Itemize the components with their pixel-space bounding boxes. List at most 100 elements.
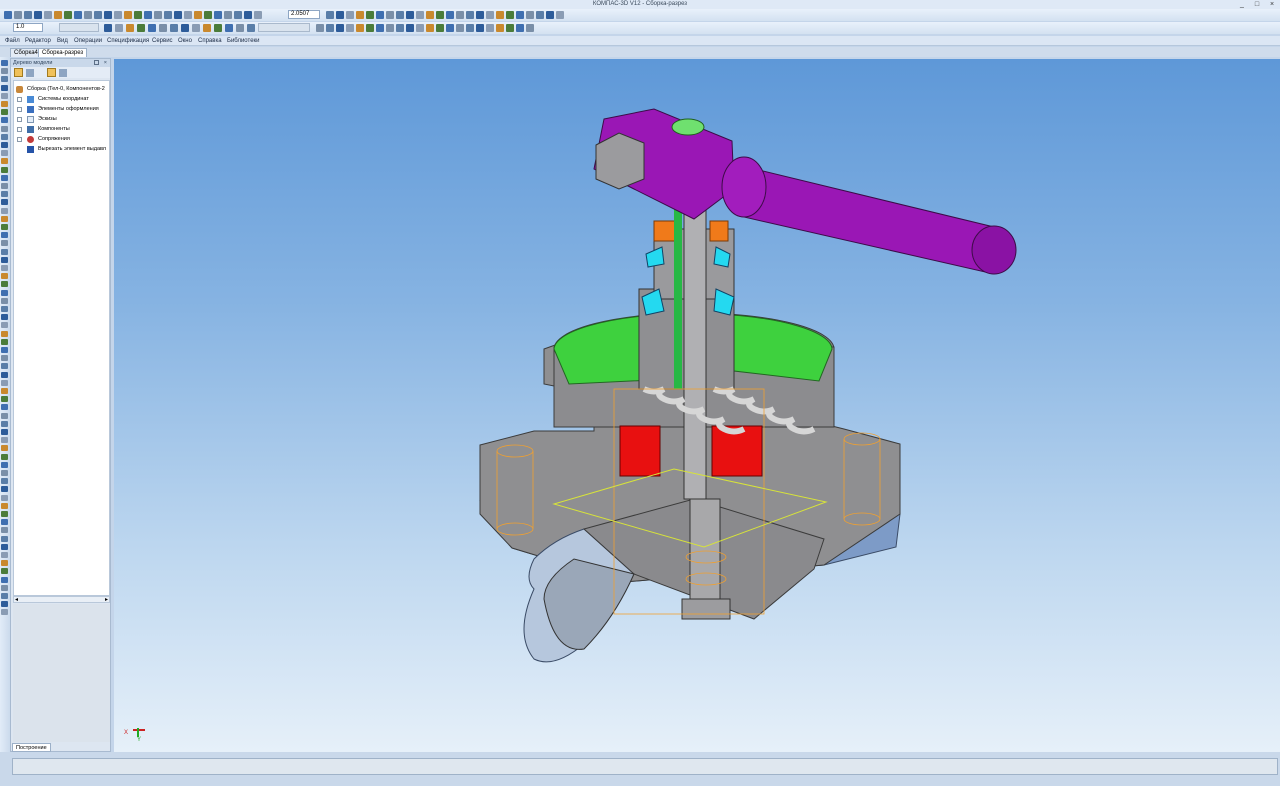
compact-tool-icon[interactable] xyxy=(1,478,8,485)
menu-service[interactable]: Сервис xyxy=(152,37,173,45)
standard-tool-icon[interactable] xyxy=(134,11,142,19)
compact-tool-icon[interactable] xyxy=(1,420,8,427)
standard-tool-icon[interactable] xyxy=(214,11,222,19)
compact-tool-icon[interactable] xyxy=(1,404,8,411)
snap-tool-icon[interactable] xyxy=(506,24,514,32)
format-tool-icon[interactable] xyxy=(192,24,200,32)
standard-tool-icon[interactable] xyxy=(44,11,52,19)
snap-tool-icon[interactable] xyxy=(416,24,424,32)
standard-tool-icon[interactable] xyxy=(224,11,232,19)
view-tool-icon[interactable] xyxy=(486,11,494,19)
scroll-right-icon[interactable]: ▸ xyxy=(105,596,108,603)
view-tool-icon[interactable] xyxy=(436,11,444,19)
menu-window[interactable]: Окно xyxy=(178,37,192,45)
compact-tool-icon[interactable] xyxy=(1,109,8,116)
compact-tool-icon[interactable] xyxy=(1,593,8,599)
compact-tool-icon[interactable] xyxy=(1,215,8,222)
view-tool-icon[interactable] xyxy=(466,11,474,19)
standard-tool-icon[interactable] xyxy=(254,11,262,19)
compact-tool-icon[interactable] xyxy=(1,453,8,460)
scroll-left-icon[interactable]: ◂ xyxy=(15,596,18,603)
view-tool-icon[interactable] xyxy=(456,11,464,19)
tree-root[interactable]: Сборка (Тел-0, Компонентов-2 xyxy=(15,85,109,94)
compact-tool-icon[interactable] xyxy=(1,174,8,181)
snap-tool-icon[interactable] xyxy=(316,24,324,32)
view-tool-icon[interactable] xyxy=(396,11,404,19)
compact-tool-icon[interactable] xyxy=(1,355,8,362)
compact-tool-icon[interactable] xyxy=(1,568,8,575)
compact-tool-icon[interactable] xyxy=(1,527,8,534)
snap-tool-icon[interactable] xyxy=(386,24,394,32)
standard-tool-icon[interactable] xyxy=(124,11,132,19)
format-tool-icon[interactable] xyxy=(203,24,211,32)
compact-tool-icon[interactable] xyxy=(1,306,8,312)
snap-tool-icon[interactable] xyxy=(466,24,474,32)
compact-tool-icon[interactable] xyxy=(1,494,8,501)
compact-tool-icon[interactable] xyxy=(1,445,8,452)
view-tool-icon[interactable] xyxy=(516,11,524,19)
view-tool-icon[interactable] xyxy=(376,11,384,19)
view-tool-icon[interactable] xyxy=(476,11,484,19)
structure-icon[interactable] xyxy=(26,69,34,77)
compact-tool-icon[interactable] xyxy=(1,429,8,435)
snap-tool-icon[interactable] xyxy=(526,24,534,32)
compact-tool-icon[interactable] xyxy=(1,199,8,206)
snap-tool-icon[interactable] xyxy=(396,24,404,32)
compact-tool-icon[interactable] xyxy=(1,158,8,165)
format-tool-icon[interactable] xyxy=(247,24,255,32)
snap-tool-icon[interactable] xyxy=(326,24,334,32)
view-tool-icon[interactable] xyxy=(536,11,544,19)
compact-tool-icon[interactable] xyxy=(1,396,8,403)
snap-tool-icon[interactable] xyxy=(346,24,354,32)
compact-tool-icon[interactable] xyxy=(1,322,8,329)
compact-tool-icon[interactable] xyxy=(1,338,8,345)
format-tool-icon[interactable] xyxy=(115,24,123,32)
compact-tool-icon[interactable] xyxy=(1,560,8,567)
filter-icon[interactable] xyxy=(47,68,56,77)
compact-tool-icon[interactable] xyxy=(1,248,8,255)
snap-tool-icon[interactable] xyxy=(366,24,374,32)
compact-tool-icon[interactable] xyxy=(1,142,8,148)
standard-tool-icon[interactable] xyxy=(184,11,192,19)
tree-horizontal-scrollbar[interactable]: ◂ ▸ xyxy=(13,596,110,603)
standard-tool-icon[interactable] xyxy=(24,11,32,19)
standard-tool-icon[interactable] xyxy=(144,11,152,19)
tree-view-icon[interactable] xyxy=(14,68,23,77)
menu-view[interactable]: Вид xyxy=(57,37,68,45)
compact-tool-icon[interactable] xyxy=(1,314,8,321)
view-tool-icon[interactable] xyxy=(526,11,534,19)
standard-tool-icon[interactable] xyxy=(194,11,202,19)
compact-tool-icon[interactable] xyxy=(1,584,8,591)
compact-tool-icon[interactable] xyxy=(1,371,8,378)
standard-tool-icon[interactable] xyxy=(94,11,102,19)
tree-item-components[interactable]: Компоненты xyxy=(17,125,109,134)
compact-tool-icon[interactable] xyxy=(1,183,8,189)
snap-tool-icon[interactable] xyxy=(516,24,524,32)
expand-icon[interactable] xyxy=(17,127,22,132)
snap-tool-icon[interactable] xyxy=(356,24,364,32)
standard-tool-icon[interactable] xyxy=(104,11,112,19)
compact-tool-icon[interactable] xyxy=(1,461,8,468)
3d-viewport[interactable]: X Y xyxy=(114,59,1280,752)
standard-tool-icon[interactable] xyxy=(14,11,22,19)
tree-item-mates[interactable]: Сопряжения xyxy=(17,135,109,144)
snap-tool-icon[interactable] xyxy=(336,24,344,32)
compact-tool-icon[interactable] xyxy=(1,330,8,337)
snap-tool-icon[interactable] xyxy=(486,24,494,32)
standard-tool-icon[interactable] xyxy=(244,11,252,19)
view-tool-icon[interactable] xyxy=(446,11,454,19)
view-tool-icon[interactable] xyxy=(366,11,374,19)
view-tool-icon[interactable] xyxy=(506,11,514,19)
snap-tool-icon[interactable] xyxy=(476,24,484,32)
format-tool-icon[interactable] xyxy=(170,24,178,32)
compact-tool-icon[interactable] xyxy=(1,191,8,198)
format-tool-icon[interactable] xyxy=(181,24,189,32)
format-tool-icon[interactable] xyxy=(126,24,134,32)
compact-tool-icon[interactable] xyxy=(1,363,8,370)
snap-tool-icon[interactable] xyxy=(426,24,434,32)
compact-tool-icon[interactable] xyxy=(1,437,8,444)
standard-tool-icon[interactable] xyxy=(4,11,12,19)
compact-tool-icon[interactable] xyxy=(1,289,8,296)
tab-assembly-section[interactable]: Сборка-разрез xyxy=(38,48,88,57)
tree-item-coordinates[interactable]: Системы координат xyxy=(17,95,109,104)
